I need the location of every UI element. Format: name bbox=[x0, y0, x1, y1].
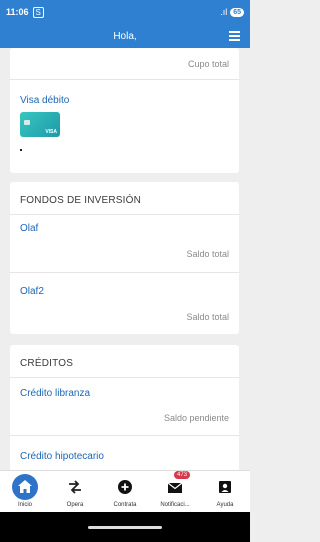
nav-ayuda[interactable]: Ayuda bbox=[200, 471, 250, 513]
bottom-navigation: Inicio Opera Contrata 473 Notificaci... … bbox=[0, 470, 250, 512]
signal-icon: .ıl bbox=[220, 7, 228, 17]
visa-logo: VISA bbox=[45, 129, 57, 135]
divider bbox=[10, 79, 239, 80]
visa-card-image[interactable]: VISA bbox=[20, 112, 60, 137]
credit-item-libranza[interactable]: Crédito libranza bbox=[20, 388, 90, 399]
mail-icon bbox=[167, 482, 183, 493]
greeting-title: Hola, bbox=[113, 30, 137, 42]
nav-opera[interactable]: Opera bbox=[50, 471, 100, 513]
nav-label: Ayuda bbox=[216, 502, 234, 508]
investment-funds-card: FONDOS DE INVERSIÓN Olaf Saldo total Ola… bbox=[10, 182, 239, 334]
divider bbox=[10, 377, 239, 378]
credit-item-hipotecario[interactable]: Crédito hipotecario bbox=[20, 451, 104, 462]
divider bbox=[10, 435, 239, 436]
nav-inicio[interactable]: Inicio bbox=[0, 471, 50, 513]
notification-badge: 473 bbox=[174, 471, 191, 479]
system-navigation-bar bbox=[0, 512, 250, 542]
credits-card: CRÉDITOS Crédito libranza Saldo pendient… bbox=[10, 345, 239, 470]
masked-dot bbox=[20, 149, 22, 151]
person-help-icon bbox=[219, 481, 231, 493]
nav-label: Notificaci... bbox=[160, 502, 190, 508]
account-card: Cupo total Visa débito VISA bbox=[10, 48, 239, 173]
nav-notificaciones[interactable]: 473 Notificaci... bbox=[150, 471, 200, 513]
nav-contrata[interactable]: Contrata bbox=[100, 471, 150, 513]
transfer-arrows-icon bbox=[69, 480, 81, 494]
nav-label: Opera bbox=[66, 502, 84, 508]
home-icon bbox=[18, 480, 32, 493]
app-bar: Hola, bbox=[0, 24, 250, 48]
credit-libranza-balance-label: Saldo pendiente bbox=[163, 413, 229, 423]
fund-olaf2-balance-label: Saldo total bbox=[186, 312, 229, 322]
credits-section-title: CRÉDITOS bbox=[20, 358, 74, 369]
add-circle-icon bbox=[118, 480, 132, 494]
gesture-handle[interactable] bbox=[88, 526, 162, 529]
fund-item-olaf2[interactable]: Olaf2 bbox=[20, 286, 44, 297]
card-chip-icon bbox=[24, 120, 30, 125]
fund-item-olaf[interactable]: Olaf bbox=[20, 223, 38, 234]
nav-label: Inicio bbox=[17, 502, 32, 508]
notification-app-icon: S bbox=[32, 6, 44, 18]
nav-label: Contrata bbox=[113, 502, 137, 508]
status-time: 11:06 bbox=[6, 7, 29, 17]
hamburger-menu-icon[interactable] bbox=[229, 31, 240, 41]
status-bar: 11:06 S .ıl 65 bbox=[0, 0, 250, 24]
battery-icon: 65 bbox=[230, 7, 244, 17]
divider bbox=[10, 214, 239, 215]
divider bbox=[10, 272, 239, 273]
main-content[interactable]: Cupo total Visa débito VISA FONDOS DE IN… bbox=[0, 48, 250, 470]
visa-debito-link[interactable]: Visa débito bbox=[20, 95, 69, 106]
funds-section-title: FONDOS DE INVERSIÓN bbox=[20, 195, 142, 206]
fund-olaf-balance-label: Saldo total bbox=[186, 249, 229, 259]
cupo-total-label: Cupo total bbox=[187, 59, 229, 69]
